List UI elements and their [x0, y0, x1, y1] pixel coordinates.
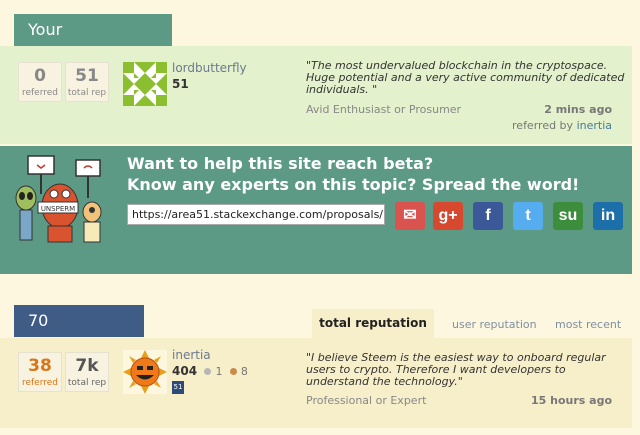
facebook-share-icon[interactable]: f	[473, 202, 503, 230]
committed-entry: 38 referred 7k total rep inertia 404 1 8…	[0, 338, 632, 428]
referred-stat: 0 referred	[18, 62, 62, 102]
commitment-quote: "The most undervalued blockchain in the …	[306, 59, 625, 96]
entry-commit-time: 15 hours ago	[530, 394, 612, 407]
entry-total-rep-stat: 7k total rep	[65, 352, 109, 392]
referred-label: referred	[21, 88, 59, 98]
site-flair-icon: 51	[172, 381, 184, 394]
silver-badge-icon	[204, 368, 212, 375]
entry-total-rep-count: 7k	[75, 356, 99, 376]
linkedin-share-icon[interactable]: in	[593, 202, 623, 230]
svg-text:UNSPERM: UNSPERM	[41, 205, 75, 213]
entry-referred-count: 38	[28, 356, 52, 376]
beta-promo-panel: UNSPERM Want to help this site reach bet…	[0, 146, 632, 274]
google-plus-share-icon[interactable]: g+	[433, 202, 463, 230]
silver-badge-count: 1	[215, 365, 223, 378]
entry-user-avatar[interactable]	[123, 350, 167, 394]
referred-by: referred by inertia	[440, 119, 612, 132]
user-name-link[interactable]: lordbutterfly	[172, 61, 247, 75]
user-reputation: 51	[172, 77, 189, 91]
referred-by-user-link[interactable]: inertia	[577, 119, 612, 132]
proposal-url-field[interactable]: https://area51.stackexchange.com/proposa…	[127, 204, 385, 225]
entry-user-reputation: 404 1 8	[172, 364, 248, 378]
your-commitment-header: Your Commitment	[14, 14, 172, 71]
entry-user-name-link[interactable]: inertia	[172, 348, 211, 362]
twitter-share-icon[interactable]: t	[513, 202, 543, 230]
bronze-badge-count: 8	[240, 365, 248, 378]
user-avatar-identicon[interactable]	[123, 62, 167, 106]
commit-time: 2 mins ago	[544, 103, 612, 116]
tab-user-reputation[interactable]: user reputation	[452, 318, 537, 331]
tab-most-recent[interactable]: most recent	[555, 318, 621, 331]
entry-total-rep-label: total rep	[67, 378, 107, 388]
total-rep-label: total rep	[67, 88, 107, 98]
area51-aliens-illustration: UNSPERM	[15, 155, 102, 243]
my-commitment-card: 0 referred 51 total rep lordbutterfly 51…	[0, 46, 632, 144]
email-share-icon[interactable]: ✉	[395, 202, 425, 230]
beta-headline: Want to help this site reach beta?	[127, 154, 434, 173]
beta-subline: Know any experts on this topic? Spread t…	[127, 175, 580, 194]
entry-referred-stat: 38 referred	[18, 352, 62, 392]
committed-count-header: 70 Committed	[14, 305, 144, 362]
entry-user-rep-value: 404	[172, 364, 198, 378]
bronze-badge-icon	[229, 368, 237, 375]
entry-user-role: Professional or Expert	[306, 394, 427, 407]
stumbleupon-share-icon[interactable]: su	[553, 202, 583, 230]
referred-by-prefix: referred by	[512, 119, 574, 132]
user-role: Avid Enthusiast or Prosumer	[306, 103, 462, 116]
entry-quote: "I believe Steem is the easiest way to o…	[306, 351, 606, 388]
total-rep-count: 51	[75, 66, 99, 86]
referred-count: 0	[34, 66, 46, 86]
entry-referred-label: referred	[21, 378, 59, 388]
total-rep-stat: 51 total rep	[65, 62, 109, 102]
tab-total-reputation[interactable]: total reputation	[312, 309, 434, 338]
